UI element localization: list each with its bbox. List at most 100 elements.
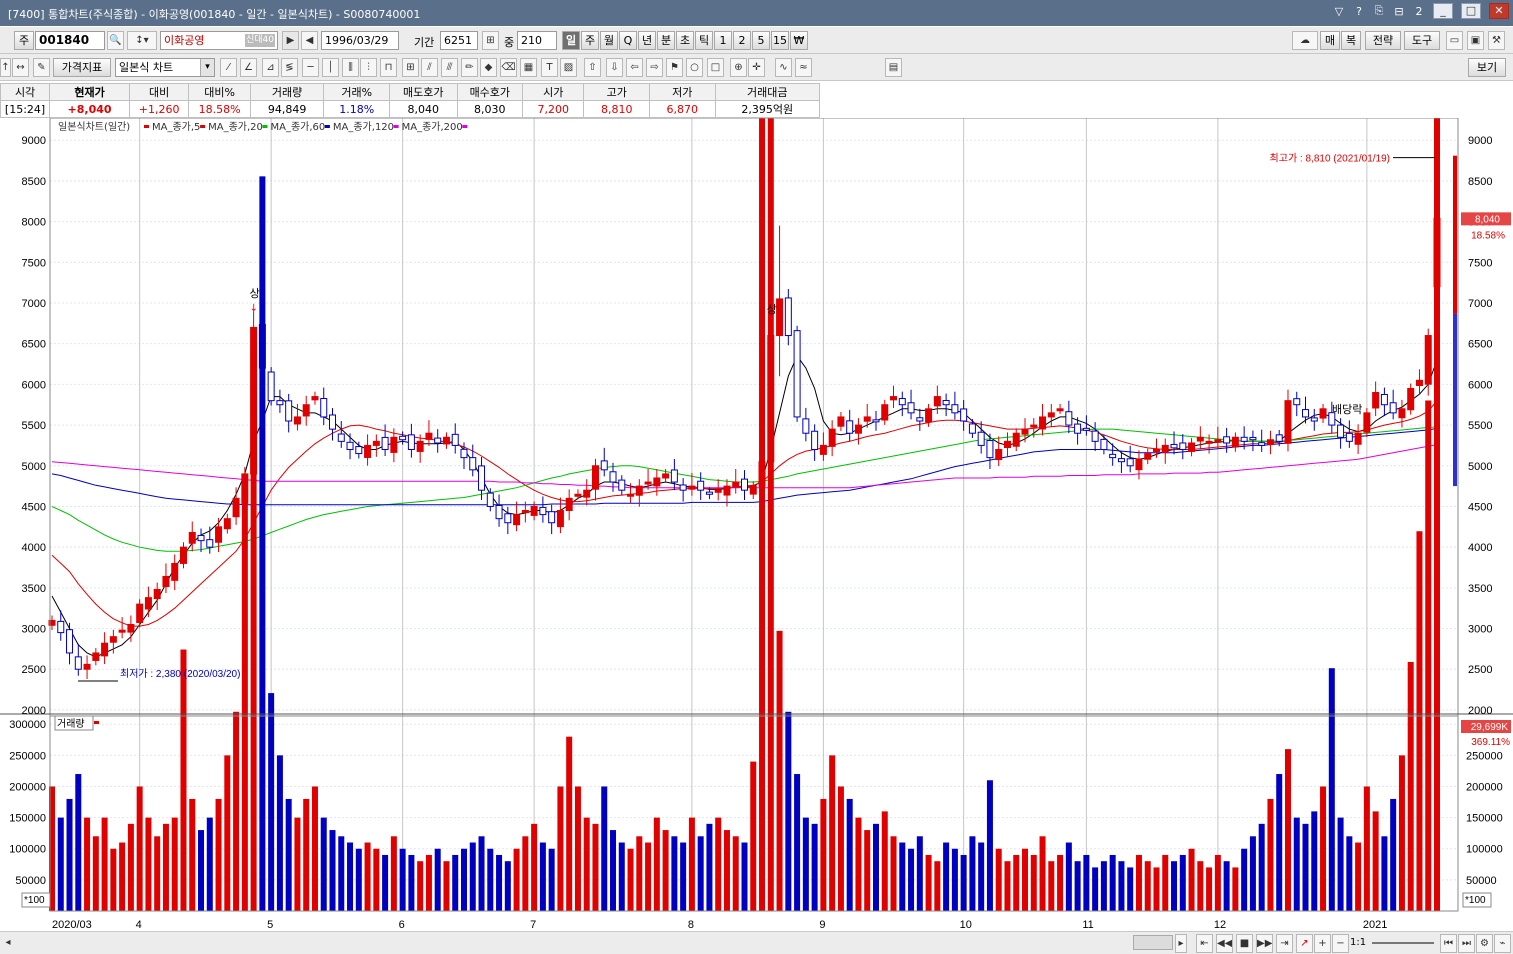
stock-type-button[interactable]: 주 bbox=[14, 31, 34, 50]
legend-item: MA_종가,120 bbox=[333, 121, 394, 133]
close-button[interactable]: ✕ bbox=[1489, 3, 1509, 19]
vline-icon[interactable]: │ bbox=[322, 58, 339, 77]
angle-icon[interactable]: ∠ bbox=[240, 58, 257, 77]
wave-icon[interactable]: ∿ bbox=[775, 58, 792, 77]
multi-button[interactable]: 복 bbox=[1341, 31, 1361, 50]
period-button[interactable]: 5 bbox=[752, 31, 770, 50]
next-arrow-icon[interactable]: ▶ bbox=[282, 31, 299, 50]
stock-name-field[interactable]: 이화공영 신대40 bbox=[160, 31, 278, 50]
settings-icon[interactable]: ⚙ bbox=[1476, 934, 1493, 953]
dropdown-icon[interactable]: ▽ bbox=[1333, 5, 1345, 18]
last-icon[interactable]: ⏭ bbox=[1458, 934, 1475, 953]
period-button[interactable]: 15 bbox=[771, 31, 789, 50]
zoom-slider[interactable] bbox=[1372, 942, 1434, 944]
arrow-left-icon[interactable]: ⇦ bbox=[626, 58, 643, 77]
folder-icon[interactable]: ▭ bbox=[1446, 31, 1463, 50]
candle-body bbox=[486, 492, 494, 507]
prev-arrow-icon[interactable]: ◀ bbox=[301, 31, 318, 50]
cycle-icon[interactable]: ⊓ bbox=[380, 58, 397, 77]
fast-back-icon[interactable]: ◀◀ bbox=[1216, 934, 1233, 953]
layout-icon[interactable]: ⊟ bbox=[1393, 5, 1405, 18]
fan-icon[interactable]: ≶ bbox=[281, 58, 298, 77]
help-icon[interactable]: ? bbox=[1353, 5, 1365, 18]
crosshair-icon[interactable]: ✛ bbox=[748, 58, 765, 77]
save-icon[interactable]: ▣ bbox=[1467, 31, 1484, 50]
zoom-reset-icon[interactable]: ↗ bbox=[1296, 934, 1313, 953]
fibo-fan-icon[interactable]: ⊿ bbox=[262, 58, 279, 77]
magnet-icon[interactable]: ◆ bbox=[480, 58, 497, 77]
scroll-left-icon[interactable]: ◂ bbox=[2, 934, 14, 953]
edit-icon[interactable]: ✎ bbox=[33, 58, 50, 77]
period-button[interactable]: 년 bbox=[638, 31, 656, 50]
wrench-icon[interactable]: ⚒ bbox=[1488, 31, 1505, 50]
grid-icon[interactable]: ⊞ bbox=[482, 31, 499, 50]
expand-icon[interactable]: ↔ bbox=[12, 58, 29, 77]
period-button[interactable]: 2 bbox=[733, 31, 751, 50]
period-button[interactable]: ₩ bbox=[790, 31, 808, 50]
scroll-right-icon[interactable]: ▸ bbox=[1175, 934, 1187, 953]
period-button[interactable]: 초 bbox=[676, 31, 694, 50]
maximize-button[interactable]: □ bbox=[1461, 3, 1481, 19]
arrow-down-icon[interactable]: ⇩ bbox=[606, 58, 623, 77]
stock-code-input[interactable]: 001840 bbox=[35, 31, 105, 50]
arrow-up-icon[interactable]: ⇧ bbox=[584, 58, 601, 77]
screen-count[interactable]: 2 bbox=[1413, 5, 1425, 18]
first-icon[interactable]: ⏮ bbox=[1440, 934, 1457, 953]
circle-icon[interactable]: ○ bbox=[686, 58, 703, 77]
eraser-icon[interactable]: ⌫ bbox=[500, 58, 517, 77]
candle-body bbox=[381, 436, 389, 450]
color-icon[interactable]: ▨ bbox=[560, 58, 577, 77]
rewind-icon[interactable]: ⇤ bbox=[1196, 934, 1213, 953]
channel-icon[interactable]: ⫽ bbox=[421, 58, 438, 77]
period-button[interactable]: 1 bbox=[714, 31, 732, 50]
parallel-icon[interactable]: ⫻ bbox=[441, 58, 458, 77]
gann-box-icon[interactable]: ⊞ bbox=[402, 58, 419, 77]
flag-icon[interactable]: ⚑ bbox=[666, 58, 683, 77]
sort-icon[interactable]: ↕▾ bbox=[127, 31, 157, 50]
chart-type-select[interactable]: 일본식 차트 ▾ bbox=[115, 58, 215, 77]
volume-bar bbox=[1109, 854, 1116, 911]
copy-icon[interactable]: ⎘ bbox=[1373, 4, 1385, 18]
zoom-in-icon[interactable]: + bbox=[1314, 934, 1331, 953]
shape-icon[interactable]: ▦ bbox=[520, 58, 537, 77]
pencil-icon[interactable]: ✏ bbox=[461, 58, 478, 77]
image-icon[interactable]: ▤ bbox=[885, 58, 902, 77]
cloud-icon[interactable]: ☁ bbox=[1292, 31, 1318, 50]
text-icon[interactable]: T bbox=[541, 58, 558, 77]
hline-icon[interactable]: ─ bbox=[302, 58, 319, 77]
period-button[interactable]: Q bbox=[619, 31, 637, 50]
count-input[interactable]: 210 bbox=[517, 31, 557, 50]
wave2-icon[interactable]: ≈ bbox=[795, 58, 812, 77]
scrollbar-thumb[interactable] bbox=[1133, 935, 1173, 950]
view-button[interactable]: 보기 bbox=[1468, 58, 1506, 77]
volume-bar bbox=[1022, 848, 1029, 911]
strategy-button[interactable]: 전략 bbox=[1365, 31, 1401, 50]
zoom-icon[interactable]: ⊕ bbox=[730, 58, 747, 77]
fib-retracement-icon[interactable]: ⫼ bbox=[342, 58, 359, 77]
buy-button[interactable]: 매 bbox=[1320, 31, 1340, 50]
arrow-right-icon[interactable]: ⇨ bbox=[646, 58, 663, 77]
date-field[interactable]: 1996/03/29 bbox=[321, 31, 399, 50]
period-button[interactable]: 주 bbox=[581, 31, 599, 50]
fast-forward-icon[interactable]: ▶▶ bbox=[1256, 934, 1273, 953]
period-button[interactable]: 틱 bbox=[695, 31, 713, 50]
forward-icon[interactable]: ⇥ bbox=[1276, 934, 1293, 953]
tools-button[interactable]: 도구 bbox=[1404, 31, 1440, 50]
square-icon[interactable]: □ bbox=[707, 58, 724, 77]
fib-time-icon[interactable]: ⫶ bbox=[360, 58, 377, 77]
up-arrow-icon[interactable]: ↑ bbox=[0, 58, 11, 77]
indicator-button[interactable]: 가격지표 bbox=[53, 58, 111, 77]
search-icon[interactable]: 🔍 bbox=[107, 31, 124, 50]
period-input[interactable]: 6251 bbox=[440, 31, 478, 50]
pin-icon[interactable]: ⌁ bbox=[1494, 934, 1511, 953]
stop-icon[interactable]: ■ bbox=[1236, 934, 1253, 953]
period-button[interactable]: 일 bbox=[562, 31, 580, 50]
zoom-out-icon[interactable]: − bbox=[1332, 934, 1349, 953]
stock-chart[interactable]: 9000900085008500800080007500750070007000… bbox=[0, 118, 1513, 931]
volume-bar bbox=[382, 854, 389, 911]
period-button[interactable]: 분 bbox=[657, 31, 675, 50]
volume-bar bbox=[1398, 755, 1405, 911]
minimize-button[interactable]: _ bbox=[1433, 3, 1453, 19]
trendline-icon[interactable]: ⁄ bbox=[220, 58, 237, 77]
period-button[interactable]: 월 bbox=[600, 31, 618, 50]
